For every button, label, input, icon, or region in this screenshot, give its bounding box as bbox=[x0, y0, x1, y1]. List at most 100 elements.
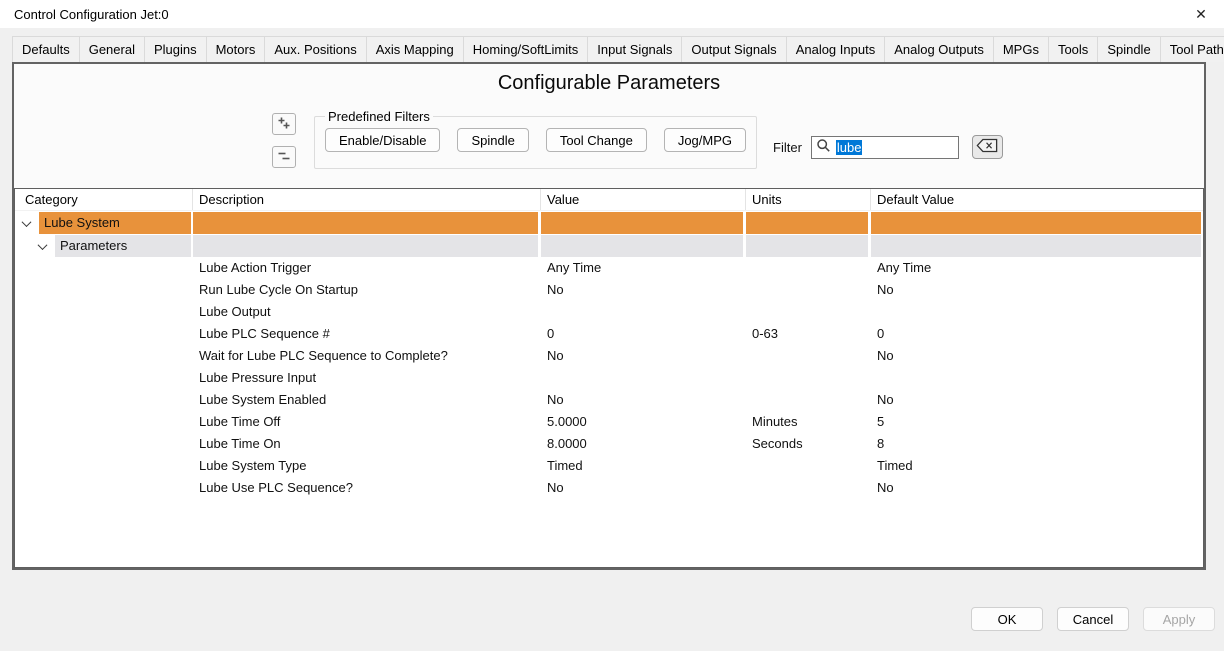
column-header[interactable]: Units bbox=[746, 189, 871, 210]
description-cell: Lube System Enabled bbox=[193, 389, 541, 411]
tab[interactable]: Analog Outputs bbox=[884, 36, 994, 62]
dialog-footer: OK Cancel Apply bbox=[0, 570, 1224, 651]
value-cell[interactable]: No bbox=[541, 279, 746, 301]
value-cell[interactable]: 0 bbox=[541, 323, 746, 345]
description-cell: Lube System Type bbox=[193, 455, 541, 477]
category-label: Lube System bbox=[39, 212, 191, 234]
default-value-cell: 0 bbox=[871, 323, 1203, 345]
search-icon bbox=[816, 138, 831, 156]
dialog-button[interactable]: Apply bbox=[1143, 607, 1215, 631]
category-cell bbox=[15, 301, 193, 323]
row-band bbox=[193, 235, 538, 257]
predefined-filter-button[interactable]: Tool Change bbox=[546, 128, 647, 152]
table-row[interactable]: Wait for Lube PLC Sequence to Complete? … bbox=[15, 345, 1203, 367]
tab[interactable]: Motors bbox=[206, 36, 266, 62]
default-value-cell: No bbox=[871, 477, 1203, 499]
units-cell: Seconds bbox=[746, 433, 871, 455]
column-header[interactable]: Description bbox=[193, 189, 541, 210]
category-cell bbox=[15, 279, 193, 301]
backspace-icon bbox=[976, 138, 998, 156]
filter-label: Filter bbox=[773, 140, 802, 155]
tab[interactable]: Input Signals bbox=[587, 36, 682, 62]
value-cell[interactable]: No bbox=[541, 389, 746, 411]
tree-row[interactable]: Parameters bbox=[15, 235, 1203, 257]
category-cell bbox=[15, 433, 193, 455]
tab[interactable]: Output Signals bbox=[681, 36, 786, 62]
table-row[interactable]: Lube Pressure Input bbox=[15, 367, 1203, 389]
predefined-filter-button[interactable]: Jog/MPG bbox=[664, 128, 746, 152]
value-cell[interactable]: Timed bbox=[541, 455, 746, 477]
row-band bbox=[746, 212, 868, 234]
dialog-button[interactable]: Cancel bbox=[1057, 607, 1129, 631]
value-cell[interactable]: 5.0000 bbox=[541, 411, 746, 433]
collapse-all-icon bbox=[277, 149, 291, 166]
tab[interactable]: Spindle bbox=[1097, 36, 1160, 62]
tab[interactable]: General bbox=[79, 36, 145, 62]
tab[interactable]: MPGs bbox=[993, 36, 1049, 62]
row-band bbox=[193, 212, 538, 234]
value-cell[interactable]: 8.0000 bbox=[541, 433, 746, 455]
table-row[interactable]: Lube PLC Sequence # 0 0-63 0 bbox=[15, 323, 1203, 345]
column-header[interactable]: Category bbox=[15, 189, 193, 210]
value-cell[interactable] bbox=[541, 367, 746, 389]
predefined-filter-button[interactable]: Spindle bbox=[457, 128, 528, 152]
chevron-down-icon[interactable] bbox=[38, 240, 48, 250]
filter-search-input[interactable]: lube bbox=[811, 136, 959, 159]
value-cell[interactable] bbox=[541, 301, 746, 323]
default-value-cell: No bbox=[871, 345, 1203, 367]
tab-strip: Defaults General Plugins Motors Aux. Pos… bbox=[0, 28, 1224, 62]
table-row[interactable]: Lube Output bbox=[15, 301, 1203, 323]
description-cell: Lube Use PLC Sequence? bbox=[193, 477, 541, 499]
table-row[interactable]: Lube System Type Timed Timed bbox=[15, 455, 1203, 477]
page-title: Configurable Parameters bbox=[14, 72, 1204, 95]
default-value-cell: Any Time bbox=[871, 257, 1203, 279]
default-value-cell: 5 bbox=[871, 411, 1203, 433]
chevron-down-icon[interactable] bbox=[22, 217, 32, 227]
tab[interactable]: Axis Mapping bbox=[366, 36, 464, 62]
tab[interactable]: Tools bbox=[1048, 36, 1098, 62]
column-header[interactable]: Default Value bbox=[871, 189, 1203, 210]
units-cell bbox=[746, 477, 871, 499]
table-row[interactable]: Lube Time On 8.0000 Seconds 8 bbox=[15, 433, 1203, 455]
value-cell[interactable]: No bbox=[541, 345, 746, 367]
description-cell: Lube Time On bbox=[193, 433, 541, 455]
table-row[interactable]: Lube System Enabled No No bbox=[15, 389, 1203, 411]
description-cell: Lube Output bbox=[193, 301, 541, 323]
close-icon[interactable]: ✕ bbox=[1188, 3, 1214, 25]
predefined-filter-buttons: Enable/Disable Spindle Tool Change Jog/M… bbox=[325, 128, 746, 152]
default-value-cell: No bbox=[871, 279, 1203, 301]
row-band bbox=[541, 235, 743, 257]
default-value-cell: No bbox=[871, 389, 1203, 411]
row-band bbox=[746, 235, 868, 257]
units-cell: Minutes bbox=[746, 411, 871, 433]
category-cell: Lube System bbox=[15, 212, 193, 234]
value-cell[interactable]: No bbox=[541, 477, 746, 499]
units-cell: 0-63 bbox=[746, 323, 871, 345]
description-cell: Lube Pressure Input bbox=[193, 367, 541, 389]
predefined-filter-button[interactable]: Enable/Disable bbox=[325, 128, 440, 152]
default-value-cell: Timed bbox=[871, 455, 1203, 477]
tab[interactable]: Analog Inputs bbox=[786, 36, 886, 62]
tab[interactable]: Tool Path bbox=[1160, 36, 1224, 62]
footer-buttons: OK Cancel Apply bbox=[971, 607, 1215, 631]
table-row[interactable]: Lube Action Trigger Any Time Any Time bbox=[15, 257, 1203, 279]
row-band bbox=[871, 235, 1201, 257]
table-row[interactable]: Run Lube Cycle On Startup No No bbox=[15, 279, 1203, 301]
category-cell bbox=[15, 455, 193, 477]
expand-all-button[interactable] bbox=[272, 113, 296, 135]
clear-filter-button[interactable] bbox=[972, 135, 1003, 159]
settings-panel: Configurable Parameters bbox=[12, 62, 1206, 570]
tab[interactable]: Plugins bbox=[144, 36, 207, 62]
collapse-all-button[interactable] bbox=[272, 146, 296, 168]
table-row[interactable]: Lube Use PLC Sequence? No No bbox=[15, 477, 1203, 499]
tree-row[interactable]: Lube System bbox=[15, 212, 1203, 234]
units-cell bbox=[746, 455, 871, 477]
tab[interactable]: Defaults bbox=[12, 36, 80, 62]
tab[interactable]: Aux. Positions bbox=[264, 36, 366, 62]
value-cell[interactable]: Any Time bbox=[541, 257, 746, 279]
table-row[interactable]: Lube Time Off 5.0000 Minutes 5 bbox=[15, 411, 1203, 433]
description-cell: Lube Time Off bbox=[193, 411, 541, 433]
tab[interactable]: Homing/SoftLimits bbox=[463, 36, 588, 62]
column-header[interactable]: Value bbox=[541, 189, 746, 210]
dialog-button[interactable]: OK bbox=[971, 607, 1043, 631]
